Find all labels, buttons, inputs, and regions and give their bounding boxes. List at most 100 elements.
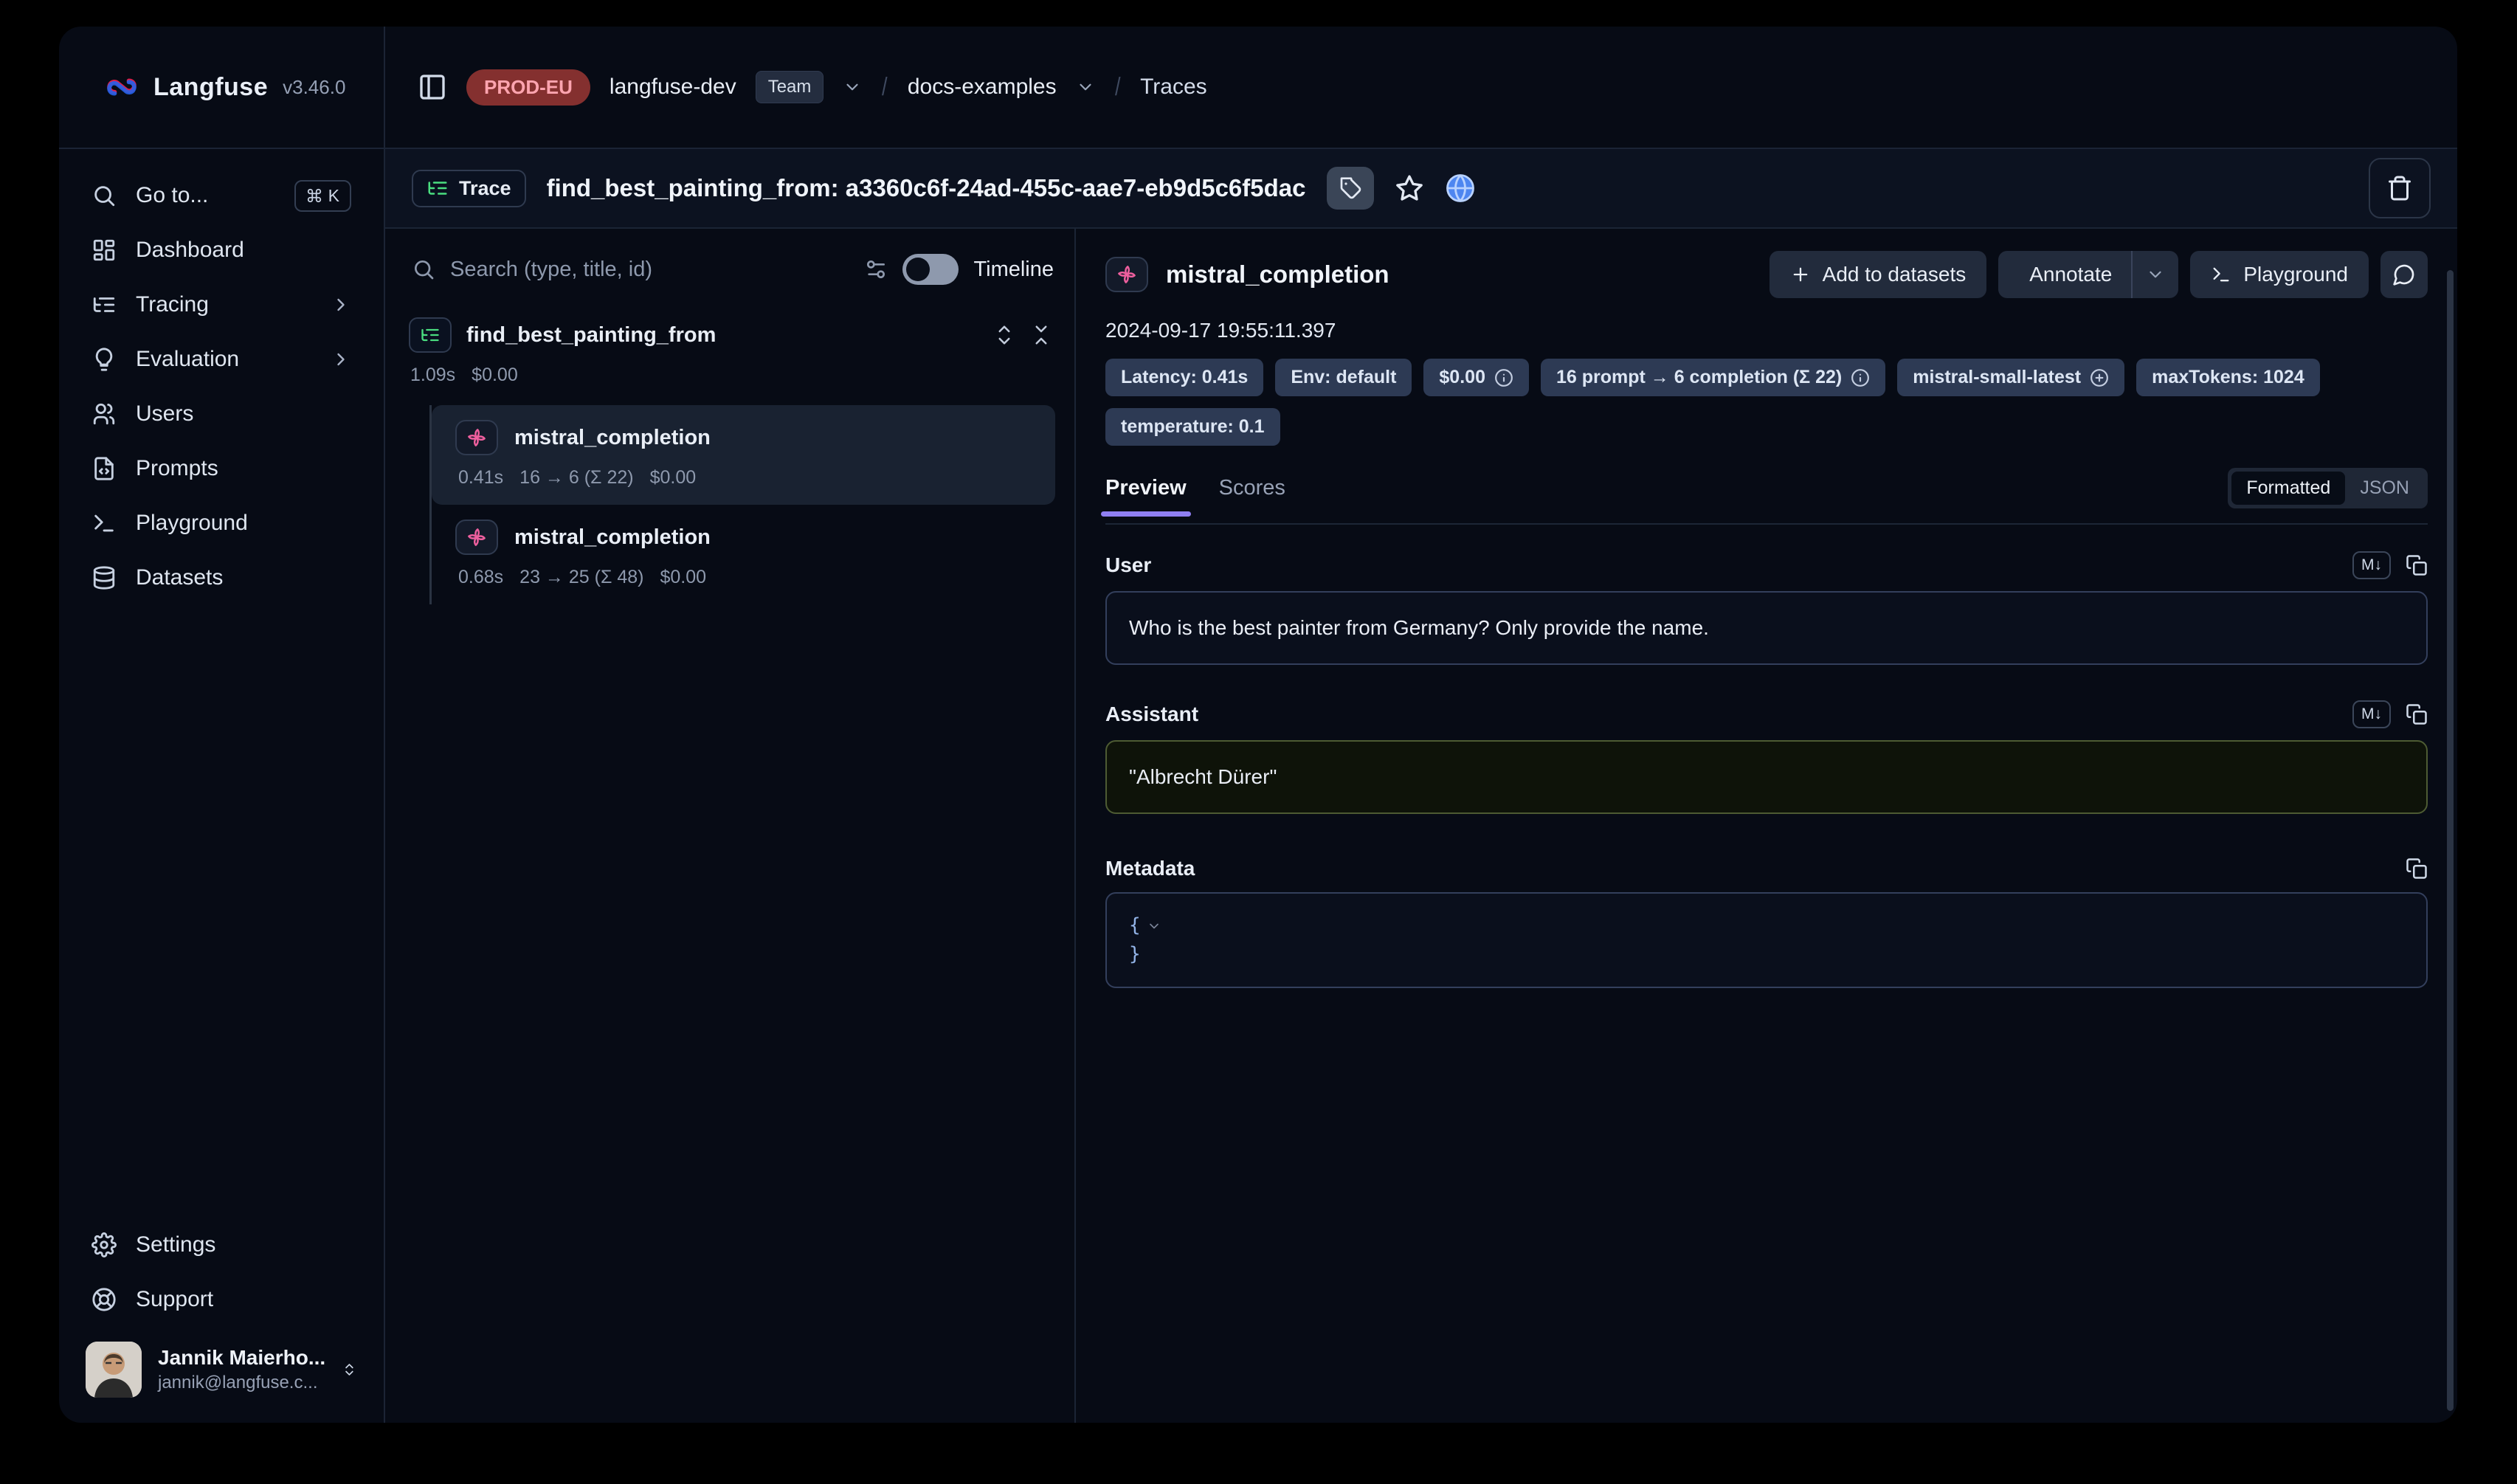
trace-title: find_best_painting_from: a3360c6f-24ad-4… bbox=[547, 174, 1306, 202]
sidebar-item-label: Support bbox=[136, 1287, 213, 1312]
copy-icon[interactable] bbox=[2406, 703, 2428, 725]
add-to-datasets-button[interactable]: Add to datasets bbox=[1770, 251, 1987, 298]
message-circle-icon bbox=[2392, 263, 2416, 286]
globe-icon[interactable] bbox=[1445, 173, 1476, 204]
playground-button[interactable]: Playground bbox=[2190, 251, 2369, 298]
copy-icon[interactable] bbox=[2406, 857, 2428, 880]
cost-badge[interactable]: $0.00 bbox=[1423, 359, 1529, 396]
tree-item-generation-2[interactable]: mistral_completion 0.68s 23 → 25 (Σ 48) … bbox=[432, 505, 1055, 604]
add-to-datasets-label: Add to datasets bbox=[1823, 263, 1967, 286]
panel-left-icon[interactable] bbox=[418, 72, 447, 102]
chevron-down-icon[interactable] bbox=[1147, 919, 1161, 933]
profile-name: Jannik Maierho... bbox=[158, 1346, 325, 1370]
breadcrumb-section[interactable]: Traces bbox=[1140, 75, 1207, 100]
sidebar-item-label: Datasets bbox=[136, 565, 223, 590]
file-code-icon bbox=[92, 456, 117, 481]
logo-row: Langfuse v3.46.0 bbox=[59, 27, 384, 149]
sidebar-item-playground[interactable]: Playground bbox=[77, 496, 366, 551]
lightbulb-icon bbox=[92, 347, 117, 372]
item-cost: $0.00 bbox=[660, 567, 706, 588]
profile-texts: Jannik Maierho... jannik@langfuse.c... bbox=[158, 1346, 325, 1393]
format-toggle-json[interactable]: JSON bbox=[2345, 472, 2424, 505]
sidebar-footer-nav: Settings Support bbox=[59, 1218, 384, 1327]
sliders-icon[interactable] bbox=[864, 258, 888, 281]
delete-trace-button[interactable] bbox=[2369, 158, 2431, 218]
avatar bbox=[86, 1342, 142, 1398]
trace-mini-badge bbox=[409, 317, 452, 353]
tokens-badge[interactable]: 16 prompt → 6 completion (Σ 22) bbox=[1541, 359, 1885, 396]
tree-item-generation-1[interactable]: mistral_completion 0.41s 16 → 6 (Σ 22) $… bbox=[432, 405, 1055, 505]
sidebar-item-goto[interactable]: Go to... K bbox=[77, 168, 366, 223]
profile-email: jannik@langfuse.c... bbox=[158, 1373, 325, 1393]
model-badge[interactable]: mistral-small-latest bbox=[1897, 359, 2124, 396]
breadcrumb-separator: / bbox=[1115, 73, 1121, 102]
tag-icon bbox=[1339, 176, 1362, 200]
pinwheel-icon bbox=[466, 526, 488, 548]
sidebar-item-datasets[interactable]: Datasets bbox=[77, 551, 366, 605]
tag-button[interactable] bbox=[1327, 167, 1374, 210]
user-message-text: Who is the best painter from Germany? On… bbox=[1129, 616, 1709, 639]
chevron-down-icon[interactable] bbox=[843, 77, 862, 97]
unfold-vertical-icon[interactable] bbox=[993, 324, 1015, 346]
item-latency: 0.68s bbox=[458, 567, 503, 588]
sidebar-item-prompts[interactable]: Prompts bbox=[77, 441, 366, 496]
trace-type-badge: Trace bbox=[412, 170, 526, 207]
toggle-knob bbox=[906, 258, 930, 281]
sidebar-item-evaluation[interactable]: Evaluation bbox=[77, 332, 366, 387]
generation-icon-pill bbox=[1105, 257, 1148, 292]
assistant-section-label: Assistant bbox=[1105, 703, 1198, 726]
sidebar-item-tracing[interactable]: Tracing bbox=[77, 277, 366, 332]
env-badge: Env: default bbox=[1275, 359, 1412, 396]
breadcrumb-project[interactable]: docs-examples bbox=[908, 75, 1057, 100]
star-icon[interactable] bbox=[1395, 173, 1424, 203]
playground-label: Playground bbox=[2243, 263, 2348, 286]
metadata-section-header: Metadata bbox=[1105, 857, 2428, 880]
max-tokens-badge: maxTokens: 1024 bbox=[2136, 359, 2320, 396]
pinwheel-icon bbox=[1116, 263, 1138, 286]
dashboard-icon bbox=[92, 238, 117, 263]
trash-icon bbox=[2386, 175, 2413, 201]
list-tree-icon bbox=[420, 325, 441, 345]
sidebar-item-users[interactable]: Users bbox=[77, 387, 366, 441]
annotate-button[interactable]: Annotate bbox=[1998, 251, 2131, 298]
fold-vertical-icon[interactable] bbox=[1030, 324, 1052, 346]
tree-children: mistral_completion 0.41s 16 → 6 (Σ 22) $… bbox=[429, 405, 1060, 604]
tree-item-metrics: 0.68s 23 → 25 (Σ 48) $0.00 bbox=[455, 567, 1055, 588]
sidebar-nav: Go to... K Dashboard Tracing bbox=[59, 149, 384, 605]
comments-button[interactable] bbox=[2380, 251, 2428, 298]
sidebar-item-support[interactable]: Support bbox=[77, 1272, 366, 1327]
chevron-down-icon[interactable] bbox=[1076, 77, 1095, 97]
terminal-icon bbox=[2211, 264, 2231, 285]
timeline-toggle-label: Timeline bbox=[973, 258, 1054, 282]
sidebar-item-dashboard[interactable]: Dashboard bbox=[77, 223, 366, 277]
metadata-json-box: { } bbox=[1105, 892, 2428, 988]
user-message-box: Who is the best painter from Germany? On… bbox=[1105, 591, 2428, 665]
tab-preview[interactable]: Preview bbox=[1105, 476, 1187, 500]
breadcrumb-org[interactable]: langfuse-dev bbox=[610, 75, 736, 100]
detail-scrollbar[interactable] bbox=[2447, 270, 2454, 1411]
profile-menu[interactable]: Jannik Maierho... jannik@langfuse.c... bbox=[77, 1342, 366, 1398]
circle-plus-icon bbox=[2090, 368, 2109, 387]
markdown-toggle-button[interactable]: M↓ bbox=[2352, 700, 2391, 728]
copy-icon[interactable] bbox=[2406, 554, 2428, 576]
search-input[interactable] bbox=[450, 258, 849, 282]
shortcut-key: K bbox=[328, 186, 339, 206]
markdown-toggle-button[interactable]: M↓ bbox=[2352, 551, 2391, 579]
observation-timestamp: 2024-09-17 19:55:11.397 bbox=[1105, 319, 2428, 342]
env-badge: PROD-EU bbox=[466, 69, 590, 106]
timeline-toggle[interactable] bbox=[902, 254, 959, 285]
tree-root-row[interactable]: find_best_painting_from bbox=[404, 317, 1060, 353]
brand-name: Langfuse bbox=[153, 73, 268, 102]
format-toggle-formatted[interactable]: Formatted bbox=[2231, 472, 2345, 505]
format-toggle: Formatted JSON bbox=[2228, 468, 2428, 508]
tab-scores[interactable]: Scores bbox=[1219, 476, 1285, 500]
annotate-dropdown-button[interactable] bbox=[2133, 251, 2178, 298]
tree-root-name: find_best_painting_from bbox=[466, 323, 716, 348]
sidebar-item-label: Prompts bbox=[136, 456, 218, 481]
sidebar-item-settings[interactable]: Settings bbox=[77, 1218, 366, 1272]
metadata-close-brace: } bbox=[1129, 940, 1141, 969]
user-section-label: User bbox=[1105, 553, 1151, 577]
users-icon bbox=[92, 401, 117, 427]
sidebar-spacer bbox=[59, 605, 384, 1218]
chevrons-up-down-icon bbox=[342, 1359, 357, 1381]
